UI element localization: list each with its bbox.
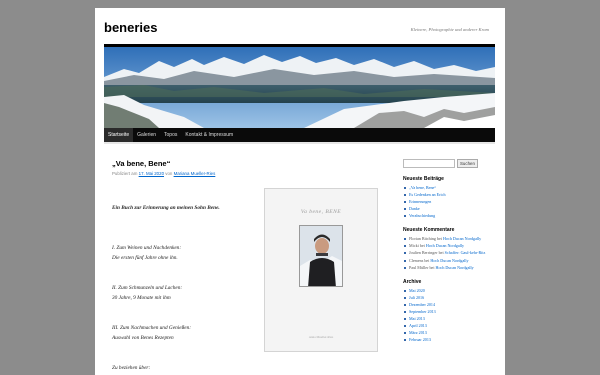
post-line-4: 30 Jahre, 9 Monate mit ihm (112, 295, 171, 301)
post-meta: Publiziert am 17. Mai 2020 von Mariana M… (112, 171, 382, 176)
header-banner-image (104, 44, 495, 128)
recent-post-item[interactable]: „Va bene, Bene“ (403, 184, 498, 191)
post-intro: Ein Buch zur Erinnerung an meinen Sohn B… (112, 205, 220, 211)
portrait-photo-image (300, 226, 342, 286)
post-meta-prefix: Publiziert am (112, 171, 138, 176)
nav-item-kontakt[interactable]: Kontakt & Impressum (181, 128, 237, 142)
page-container: beneries Kleinere, Photographie und ande… (95, 8, 505, 375)
search-button[interactable]: Suchen (457, 159, 478, 168)
recent-posts-title: Neueste Beiträge (403, 176, 444, 182)
site-description: Kleinere, Photographie und anderer Kram (410, 27, 489, 32)
search-form: Suchen (403, 159, 498, 168)
post-meta-by: von (165, 171, 173, 176)
post-line-3: II. Zum Schmunzeln und Lachen: (112, 285, 183, 291)
post-date-link[interactable]: 17. Mai 2020 (139, 171, 164, 176)
main-navigation: Startseite Galerien Topos Kontakt & Impr… (104, 128, 495, 142)
archive-item[interactable]: März 2013 (403, 329, 498, 336)
book-cover-title: Va bene, BENE (300, 209, 342, 215)
archive-item[interactable]: Dezember 2014 (403, 301, 498, 308)
recent-comment-item[interactable]: Clemens bei Hoch Ducan Nordgally (403, 257, 498, 264)
recent-post-item[interactable]: Erinnerungen (403, 198, 498, 205)
recent-comment-item[interactable]: Joulien Berringer bei Schaffer: Gaul-keh… (403, 249, 498, 256)
nav-divider (104, 142, 495, 144)
nav-item-topos[interactable]: Topos (160, 128, 181, 142)
recent-post-item[interactable]: Es Gedenken an Erich (403, 191, 498, 198)
archive-title: Archive (403, 279, 422, 286)
recent-post-item[interactable]: Verabschiedung (403, 212, 498, 219)
archive-item[interactable]: Mai 2013 (403, 315, 498, 322)
post-line-7: Zu beziehen über: (112, 365, 151, 371)
nav-item-startseite[interactable]: Startseite (104, 128, 134, 142)
archive-item[interactable]: Februar 2013 (403, 336, 498, 343)
sidebar: Suchen Neueste Beiträge „Va bene, Bene“ … (403, 159, 498, 343)
search-input[interactable] (403, 159, 455, 168)
recent-comments-list: Florian Bitching bei Hoch Ducan Nordgall… (403, 235, 498, 271)
post-content: „Va bene, Bene“ Publiziert am 17. Mai 20… (112, 159, 382, 371)
recent-comment-item[interactable]: Florian Bitching bei Hoch Ducan Nordgall… (403, 235, 498, 242)
post-line-5: III. Zum Nachmachen und Genießen: (112, 325, 191, 331)
mountain-panorama-image (104, 47, 495, 128)
nav-item-galerien[interactable]: Galerien (133, 128, 160, 142)
site-title[interactable]: beneries (104, 20, 157, 35)
post-line-6: Auswahl von Benes Rezepten (112, 335, 174, 341)
archive-list: Mai 2020 Juli 2016 Dezember 2014 Septemb… (403, 287, 498, 343)
archive-item[interactable]: Mai 2020 (403, 287, 498, 294)
book-cover-photo (299, 225, 343, 287)
book-cover-image[interactable]: Va bene, BENE Anna Mueller-Ries (264, 188, 378, 352)
archive-item[interactable]: Juli 2016 (403, 294, 498, 301)
archive-item[interactable]: September 2013 (403, 308, 498, 315)
book-cover-author: Anna Mueller-Ries (308, 335, 334, 339)
recent-comment-item[interactable]: Micki bei Hoch Ducan Nordgally (403, 242, 498, 249)
recent-posts-list: „Va bene, Bene“ Es Gedenken an Erich Eri… (403, 184, 498, 219)
recent-post-item[interactable]: Danke (403, 205, 498, 212)
archive-item[interactable]: April 2013 (403, 322, 498, 329)
post-title[interactable]: „Va bene, Bene“ (112, 159, 382, 168)
post-line-1: I. Zum Weinen und Nachdenken: (112, 245, 182, 251)
recent-comments-title: Neueste Kommentare (403, 227, 455, 233)
post-author-link[interactable]: Mariana Mueller-Ries (174, 171, 216, 176)
post-line-2: Die ersten fünf Jahre ohne ihn. (112, 255, 178, 261)
recent-comment-item[interactable]: Paul Müller bei Hoch Ducan Nordgally (403, 264, 498, 271)
